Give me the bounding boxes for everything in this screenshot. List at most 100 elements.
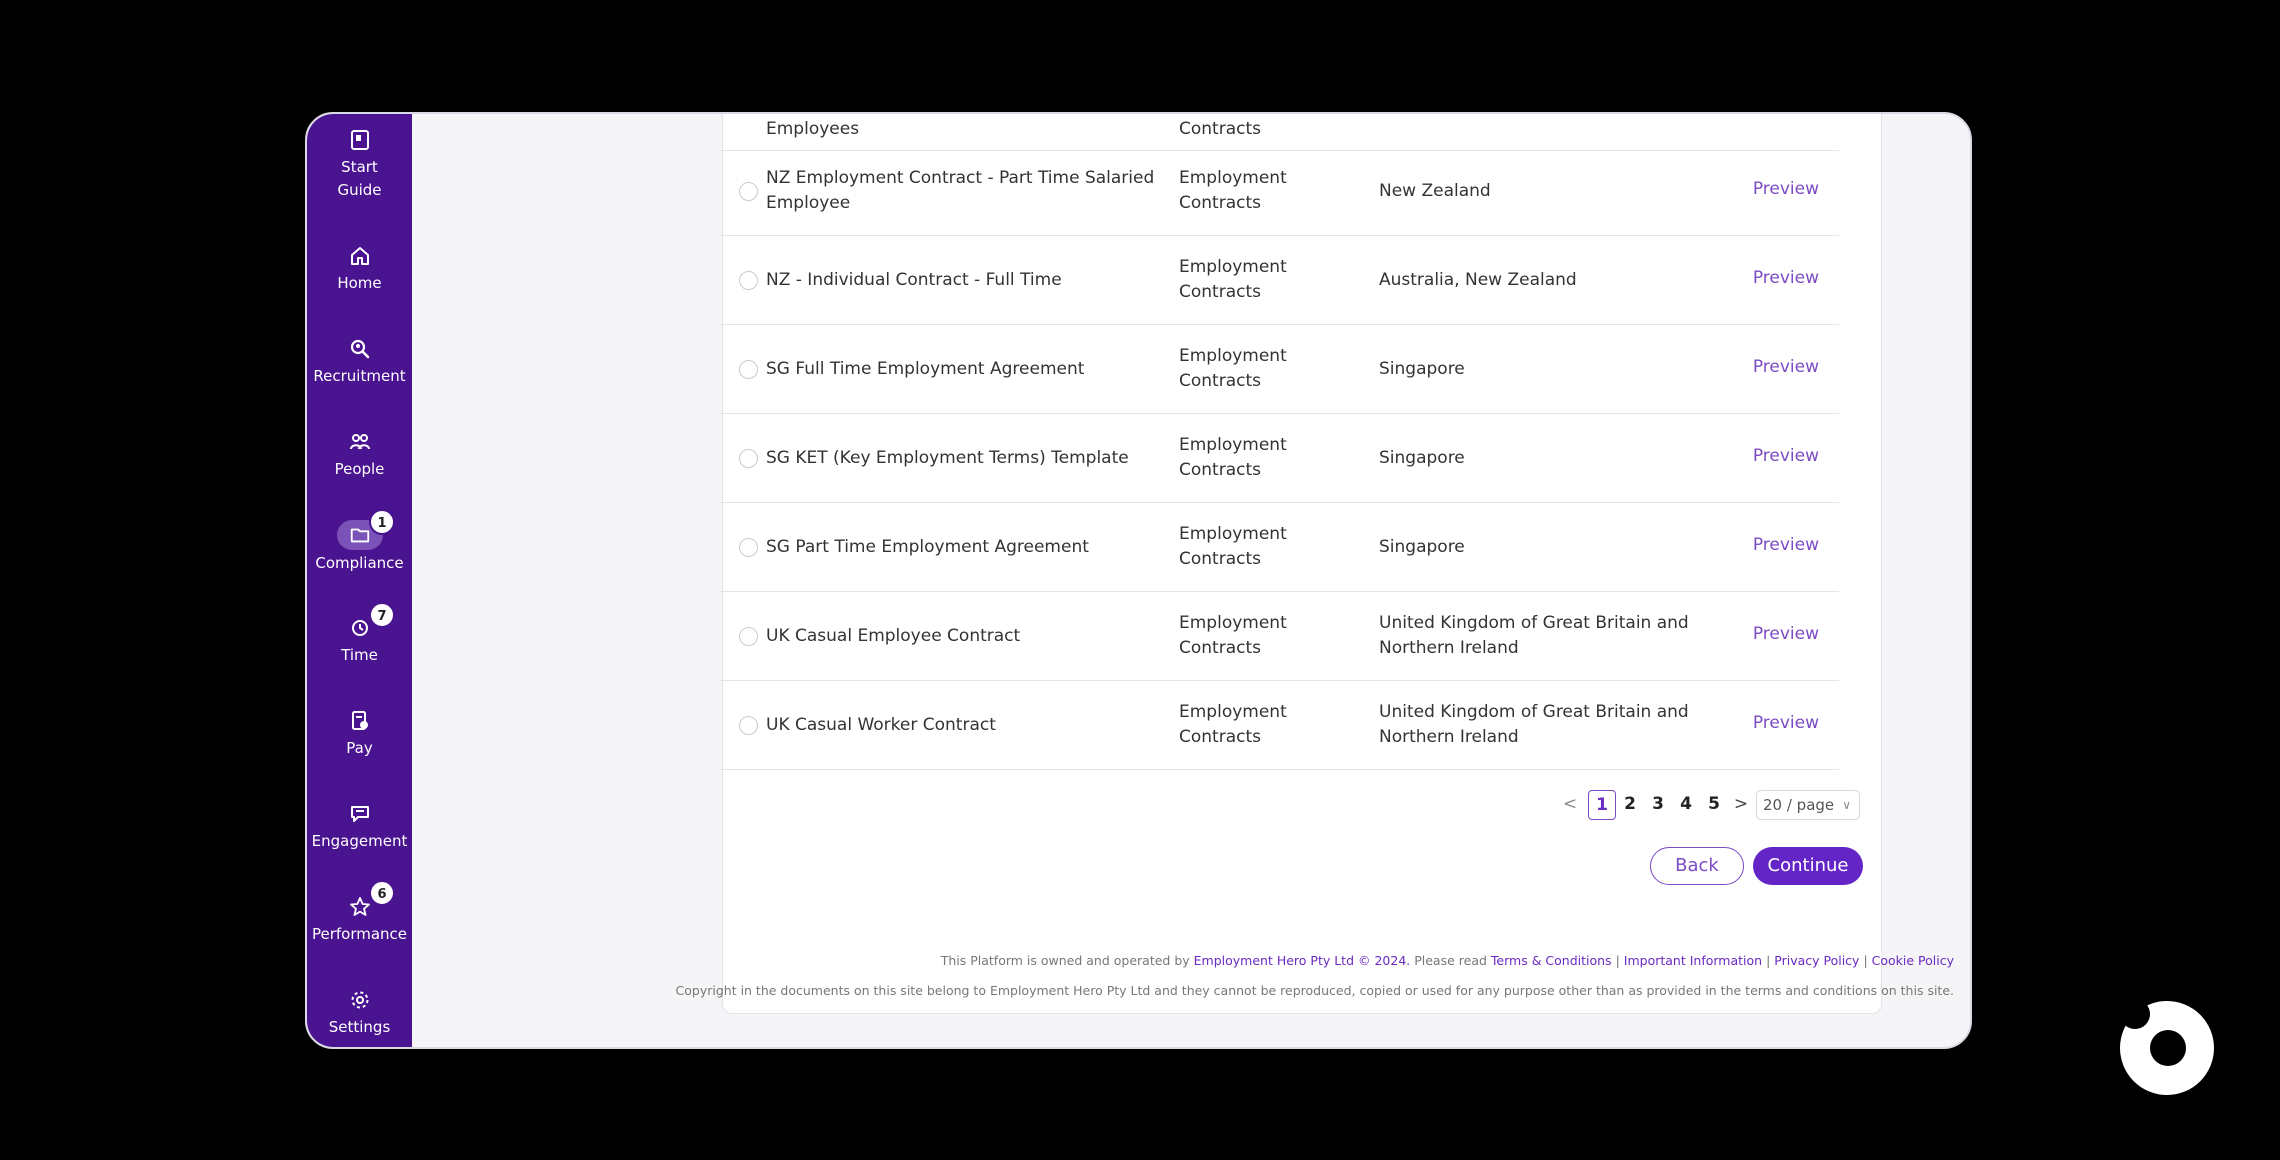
sidebar-item-label: Performance bbox=[311, 925, 408, 943]
table-row[interactable]: SG Full Time Employment Agreement Employ… bbox=[719, 325, 1839, 414]
preview-link[interactable]: Preview bbox=[1753, 357, 1819, 377]
separator: | bbox=[1615, 953, 1620, 968]
template-country: Singapore bbox=[1379, 448, 1465, 468]
preview-link[interactable]: Preview bbox=[1753, 624, 1819, 644]
sidebar: Start Guide Home Recruitment People Comp… bbox=[307, 114, 412, 1047]
table-row[interactable]: SG Part Time Employment Agreement Employ… bbox=[719, 503, 1839, 592]
footer-copyright: Copyright in the documents on this site … bbox=[675, 983, 1954, 998]
sidebar-item-pay[interactable]: Pay bbox=[307, 709, 412, 760]
screen-frame: Start Guide Home Recruitment People Comp… bbox=[0, 0, 2280, 1160]
sidebar-item-label: Settings bbox=[328, 1018, 391, 1036]
row-radio[interactable] bbox=[739, 716, 758, 735]
terms-link[interactable]: Terms & Conditions bbox=[1491, 953, 1612, 968]
template-category: Employment Contracts bbox=[1179, 168, 1287, 213]
notification-badge: 7 bbox=[369, 602, 395, 628]
sidebar-item-label: Compliance bbox=[315, 554, 404, 572]
book-icon bbox=[348, 128, 372, 152]
page-button[interactable]: 3 bbox=[1647, 790, 1669, 818]
footer-text: Please read bbox=[1414, 953, 1487, 968]
sidebar-item-performance[interactable]: Performance bbox=[307, 895, 412, 946]
company-link[interactable]: Employment Hero Pty Ltd © 2024. bbox=[1194, 953, 1411, 968]
page-size-value: 20 / page bbox=[1763, 796, 1835, 814]
sidebar-item-label: Start Guide bbox=[337, 158, 382, 199]
brand-logo bbox=[2118, 997, 2216, 1095]
sidebar-item-compliance[interactable]: Compliance bbox=[307, 520, 412, 575]
row-radio[interactable] bbox=[739, 538, 758, 557]
template-category: Employment Contracts bbox=[1179, 524, 1287, 569]
preview-link[interactable]: Preview bbox=[1753, 446, 1819, 466]
table-row[interactable]: SG KET (Key Employment Terms) Template E… bbox=[719, 414, 1839, 503]
chevron-down-icon: ∨ bbox=[1842, 798, 1851, 812]
search-person-icon bbox=[348, 337, 372, 361]
row-radio[interactable] bbox=[739, 182, 758, 201]
template-name: UK Casual Worker Contract bbox=[766, 715, 996, 735]
table-row[interactable]: NZ Employment Contract - Part Time Salar… bbox=[719, 147, 1839, 236]
important-info-link[interactable]: Important Information bbox=[1624, 953, 1762, 968]
page-button-current[interactable]: 1 bbox=[1588, 790, 1616, 820]
row-radio[interactable] bbox=[739, 627, 758, 646]
template-category: Employment Contracts bbox=[1179, 257, 1287, 302]
template-name: NZ Employment Contract - Part Time Salar… bbox=[766, 168, 1155, 213]
page-size-select[interactable]: 20 / page ∨ bbox=[1756, 790, 1860, 820]
sidebar-item-label: Home bbox=[337, 274, 382, 292]
back-button[interactable]: Back bbox=[1650, 847, 1744, 885]
sidebar-item-settings[interactable]: Settings bbox=[307, 988, 412, 1039]
template-country: Singapore bbox=[1379, 537, 1465, 557]
sidebar-item-recruitment[interactable]: Recruitment bbox=[307, 337, 412, 388]
template-country: Singapore bbox=[1379, 359, 1465, 379]
template-country: New Zealand bbox=[1379, 181, 1491, 201]
cookie-link[interactable]: Cookie Policy bbox=[1872, 953, 1954, 968]
page-button[interactable]: 5 bbox=[1703, 790, 1725, 818]
separator: | bbox=[1766, 953, 1771, 968]
prev-page-button[interactable]: < bbox=[1562, 790, 1578, 818]
row-radio[interactable] bbox=[739, 449, 758, 468]
privacy-link[interactable]: Privacy Policy bbox=[1774, 953, 1859, 968]
people-icon bbox=[348, 430, 372, 454]
notification-badge: 6 bbox=[369, 880, 395, 906]
template-name: SG KET (Key Employment Terms) Template bbox=[766, 448, 1129, 468]
footer-ownership: This Platform is owned and operated by E… bbox=[941, 953, 1954, 968]
template-category: Employment Contracts bbox=[1179, 435, 1287, 480]
table-row[interactable]: UK Casual Worker Contract Employment Con… bbox=[719, 681, 1839, 770]
template-country: United Kingdom of Great Britain and Nort… bbox=[1379, 613, 1689, 658]
row-radio[interactable] bbox=[739, 271, 758, 290]
main-content: Employees Contracts NZ Employment Contra… bbox=[412, 114, 1970, 1047]
preview-link[interactable]: Preview bbox=[1753, 713, 1819, 733]
continue-button[interactable]: Continue bbox=[1753, 847, 1863, 885]
preview-link[interactable]: Preview bbox=[1753, 535, 1819, 555]
sidebar-item-label: Pay bbox=[346, 739, 373, 757]
table-row[interactable]: NZ - Individual Contract - Full Time Emp… bbox=[719, 236, 1839, 325]
template-category: Employment Contracts bbox=[1179, 613, 1287, 658]
row-radio[interactable] bbox=[739, 360, 758, 379]
page-button[interactable]: 4 bbox=[1675, 790, 1697, 818]
template-country: Australia, New Zealand bbox=[1379, 270, 1577, 290]
footer-text: This Platform is owned and operated by bbox=[940, 953, 1190, 968]
template-category: Contracts bbox=[1179, 119, 1261, 139]
preview-link[interactable]: Preview bbox=[1753, 179, 1819, 199]
template-name: NZ - Individual Contract - Full Time bbox=[766, 270, 1062, 290]
table-row: Employees Contracts bbox=[719, 114, 1839, 151]
gear-icon bbox=[348, 988, 372, 1012]
separator: | bbox=[1863, 953, 1868, 968]
next-page-button[interactable]: > bbox=[1733, 790, 1749, 818]
page-button[interactable]: 2 bbox=[1619, 790, 1641, 818]
star-icon bbox=[348, 895, 372, 919]
home-icon bbox=[348, 244, 372, 268]
sidebar-item-people[interactable]: People bbox=[307, 430, 412, 481]
template-category: Employment Contracts bbox=[1179, 346, 1287, 391]
template-name: SG Part Time Employment Agreement bbox=[766, 537, 1089, 557]
template-name: SG Full Time Employment Agreement bbox=[766, 359, 1085, 379]
sidebar-item-home[interactable]: Home bbox=[307, 244, 412, 295]
sidebar-item-engagement[interactable]: Engagement bbox=[307, 802, 412, 853]
sidebar-item-label: Time bbox=[341, 646, 378, 664]
sidebar-item-start-guide[interactable]: Start Guide bbox=[307, 128, 412, 202]
clock-icon bbox=[348, 616, 372, 640]
chat-icon bbox=[348, 802, 372, 826]
table-row[interactable]: UK Casual Employee Contract Employment C… bbox=[719, 592, 1839, 681]
preview-link[interactable]: Preview bbox=[1753, 268, 1819, 288]
template-name: UK Casual Employee Contract bbox=[766, 626, 1021, 646]
template-category: Employment Contracts bbox=[1179, 702, 1287, 747]
template-country: United Kingdom of Great Britain and Nort… bbox=[1379, 702, 1689, 747]
sidebar-item-time[interactable]: Time bbox=[307, 616, 412, 667]
sidebar-item-label: People bbox=[334, 460, 385, 478]
